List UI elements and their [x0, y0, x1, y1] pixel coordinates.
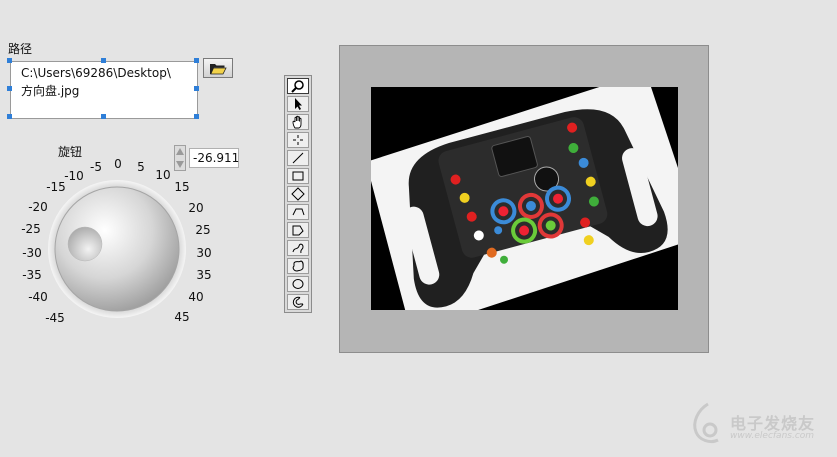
point-tool[interactable]: [287, 132, 309, 148]
polyline-tool[interactable]: [287, 204, 309, 220]
knob-scale-label: 25: [195, 223, 211, 237]
image-canvas[interactable]: [371, 87, 678, 310]
knob-scale-label: -5: [90, 160, 102, 174]
zoom-tool[interactable]: [287, 78, 309, 94]
knob-scale-label: 10: [155, 168, 171, 182]
watermark-url: www.elecfans.com: [730, 431, 815, 441]
freehand-region-tool[interactable]: [287, 258, 309, 274]
watermark: 电子发烧友 www.elecfans.com: [686, 400, 826, 450]
selection-handle[interactable]: [101, 114, 106, 119]
knob-scale-label: 0: [114, 157, 122, 171]
browse-button[interactable]: [203, 58, 233, 78]
selection-handle[interactable]: [7, 58, 12, 63]
folder-open-icon: [210, 63, 227, 74]
knob-scale-label: -40: [28, 290, 48, 304]
annulus-tool[interactable]: [287, 294, 309, 310]
image-display[interactable]: [339, 45, 709, 353]
freehand-line-tool[interactable]: [287, 240, 309, 256]
elecfans-logo-icon: [693, 402, 719, 444]
polyline-icon: [292, 208, 305, 216]
knob-scale-label: -25: [21, 222, 41, 236]
knob-scale-label: 15: [174, 180, 190, 194]
selection-handle[interactable]: [194, 86, 199, 91]
polygon-tool[interactable]: [287, 222, 309, 238]
knob-indicator: [67, 226, 103, 262]
rectangle-tool[interactable]: [287, 168, 309, 184]
selection-handle[interactable]: [7, 114, 12, 119]
polygon-icon: [292, 225, 304, 236]
selection-handle[interactable]: [101, 58, 106, 63]
knob-scale-label: 40: [188, 290, 204, 304]
knob-scale-label: 5: [137, 160, 145, 174]
knob-scale-label: 35: [196, 268, 212, 282]
tools-palette: [284, 75, 312, 313]
hand-icon: [292, 115, 302, 129]
freehand-line-icon: [292, 243, 304, 254]
oval-icon: [292, 279, 304, 289]
annulus-icon: [292, 296, 304, 308]
knob-scale-label: -10: [64, 169, 84, 183]
knob-scale-label: -45: [45, 311, 65, 325]
knob-scale-label: 20: [188, 201, 204, 215]
knob-scale-label: 30: [196, 246, 212, 260]
pointer-tool[interactable]: [287, 96, 309, 112]
knob-scale-label: -35: [22, 268, 42, 282]
magnifier-icon: [291, 80, 304, 93]
pan-tool[interactable]: [287, 114, 309, 130]
path-label: 路径: [8, 42, 33, 56]
line-icon: [292, 152, 304, 164]
oval-tool[interactable]: [287, 276, 309, 292]
rotated-rectangle-tool[interactable]: [287, 186, 309, 202]
knob-scale-label: -30: [22, 246, 42, 260]
diamond-icon: [291, 187, 305, 201]
rectangle-icon: [292, 171, 304, 181]
selection-handle[interactable]: [194, 114, 199, 119]
knob-scale-label: -20: [28, 200, 48, 214]
freehand-region-icon: [292, 260, 304, 272]
line-tool[interactable]: [287, 150, 309, 166]
selection-handle[interactable]: [194, 58, 199, 63]
path-input[interactable]: C:\Users\69286\Desktop\ 方向盘.jpg: [10, 61, 198, 119]
path-value: C:\Users\69286\Desktop\ 方向盘.jpg: [21, 66, 171, 98]
selection-handle[interactable]: [7, 86, 12, 91]
arrow-pointer-icon: [295, 98, 302, 110]
knob-scale-label: -15: [46, 180, 66, 194]
crosshair-icon: [293, 135, 303, 145]
steering-wheel-image: [371, 87, 678, 310]
knob-scale-label: 45: [174, 310, 190, 324]
